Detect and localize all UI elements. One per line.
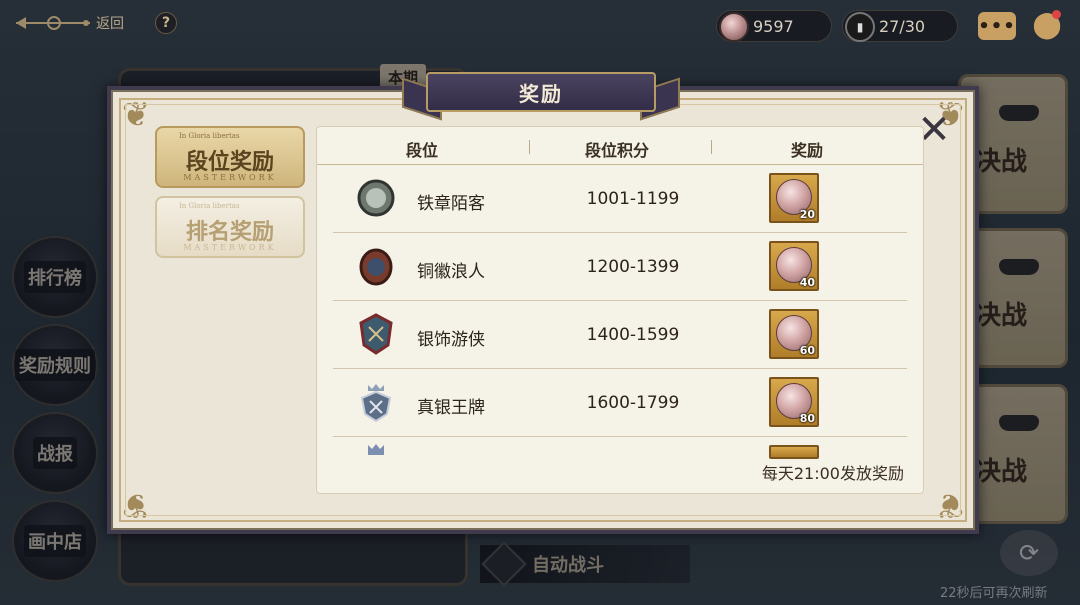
column-header-tier: 段位 <box>405 141 438 160</box>
reward-quantity: 40 <box>799 276 815 289</box>
table-row: 铜徽浪人 1200-1399 40 <box>333 233 907 301</box>
coin-icon <box>719 12 749 42</box>
back-label: 返回 <box>96 16 124 32</box>
tier-range: 1600-1799 <box>586 393 680 413</box>
tab-subtitle: MASTERWORK <box>183 173 277 182</box>
reward-item[interactable]: 60 <box>769 309 819 359</box>
column-divider <box>711 140 712 154</box>
top-bar: 返回 ? 9597 ▮ 27/30 ••• ⬤ <box>0 0 1080 48</box>
help-icon[interactable]: ? <box>155 12 177 34</box>
coin-amount: 9597 <box>753 16 794 36</box>
corner-ornament-icon: ❦ <box>935 485 965 525</box>
corner-ornament-icon: ❦ <box>121 95 151 135</box>
map-pin-icon[interactable]: ⬤ <box>1030 8 1064 42</box>
tier-range: 1001-1199 <box>586 189 680 209</box>
table-row: 真银王牌 1600-1799 80 <box>333 369 907 437</box>
reward-item[interactable]: 40 <box>769 241 819 291</box>
tab-label: 排名奖励 <box>185 220 274 245</box>
column-divider <box>529 140 530 154</box>
reward-item[interactable] <box>769 445 819 459</box>
reward-schedule-note: 每天21:00发放奖励 <box>761 464 904 483</box>
reward-quantity: 60 <box>799 344 815 357</box>
reward-quantity: 80 <box>799 412 815 425</box>
ticket-icon: ▮ <box>845 12 875 42</box>
tier-name: 银饰游侠 <box>417 330 485 350</box>
modal-title-banner: 奖励 <box>402 66 680 121</box>
reward-item[interactable]: 80 <box>769 377 819 427</box>
table-row: 铁章陌客 1001-1199 20 <box>333 165 907 233</box>
tier-name: 铁章陌客 <box>417 194 485 214</box>
modal-title: 奖励 <box>519 81 563 106</box>
corner-ornament-icon: ❦ <box>121 485 151 525</box>
ornament-arrow-icon <box>16 16 90 30</box>
tier-name: 真银王牌 <box>417 398 485 418</box>
reward-quantity: 20 <box>799 208 815 221</box>
bronze-emblem-icon <box>355 245 397 287</box>
reward-item[interactable]: 20 <box>769 173 819 223</box>
true-silver-crown-icon <box>355 381 397 423</box>
crown-icon <box>355 443 397 457</box>
ticket-counter[interactable]: ▮ 27/30 <box>842 10 958 42</box>
tab-tiny-text: In Gloria libertas <box>179 132 240 140</box>
column-header-points: 段位积分 <box>584 141 649 160</box>
tab-tiny-text: In Gloria libertas <box>179 202 240 210</box>
chat-icon[interactable]: ••• <box>978 12 1016 40</box>
tab-label: 段位奖励 <box>185 150 274 175</box>
tab-rank-reward[interactable]: In Gloria libertas 段位奖励 MASTERWORK <box>155 126 305 188</box>
column-header-reward: 奖励 <box>790 141 823 160</box>
ticket-amount: 27/30 <box>879 16 926 36</box>
tier-name: 铜徽浪人 <box>417 262 485 282</box>
silver-crest-icon <box>355 313 397 355</box>
notification-dot <box>1052 10 1061 19</box>
tier-range: 1200-1399 <box>586 257 680 277</box>
table-row: 银饰游侠 1400-1599 60 <box>333 301 907 369</box>
tier-range: 1400-1599 <box>586 325 680 345</box>
reward-table[interactable]: 段位 段位积分 奖励 铁章陌客 1001-1199 20 铜徽浪人 1200-1… <box>316 126 924 494</box>
tab-subtitle: MASTERWORK <box>183 243 277 252</box>
iron-medal-icon <box>355 177 397 219</box>
coin-counter[interactable]: 9597 <box>716 10 832 42</box>
table-header: 段位 段位积分 奖励 <box>317 127 923 165</box>
back-button[interactable]: 返回 <box>14 8 134 38</box>
tab-ranking-reward[interactable]: In Gloria libertas 排名奖励 MASTERWORK <box>155 196 305 258</box>
